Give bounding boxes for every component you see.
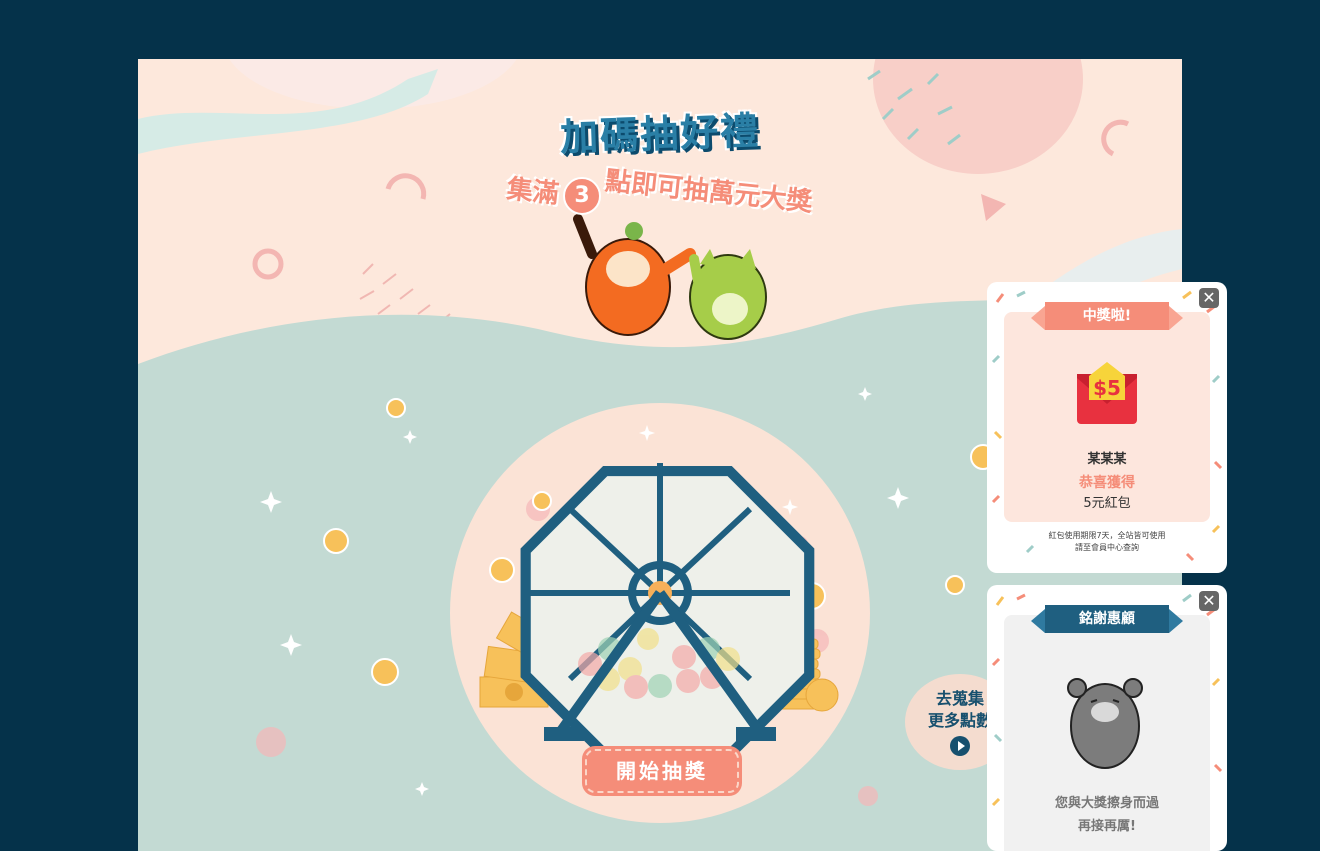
lose-ribbon: 銘謝惠顧 — [1031, 605, 1183, 633]
green-cat-mascot — [689, 249, 767, 340]
win-ribbon: 中獎啦! — [1031, 302, 1183, 330]
lose-message-line2: 再接再厲! — [1078, 819, 1136, 834]
subtitle-before: 集滿 — [505, 174, 561, 210]
lose-message-line1: 您與大獎擦身而過 — [1054, 796, 1159, 811]
sad-bear-icon — [1067, 678, 1143, 769]
note-line2: 請至會員中心查詢 — [1075, 543, 1139, 552]
lose-modal: 銘謝惠顧 ✕ 您與大獎擦身而過 再接再厲! — [987, 585, 1227, 851]
winner-name: 某某某 — [1087, 452, 1127, 467]
close-icon[interactable]: ✕ — [1199, 591, 1219, 611]
orange-bear-mascot — [573, 214, 696, 336]
start-draw-button[interactable]: 開始抽獎 — [585, 749, 739, 793]
campaign-title: 加碼抽好禮 — [138, 103, 1182, 160]
points-badge: 3 — [563, 176, 601, 215]
title-text: 加碼抽好禮 — [559, 108, 761, 160]
envelope-amount: $5 — [1093, 376, 1121, 400]
close-icon[interactable]: ✕ — [1199, 288, 1219, 308]
ring-shape — [252, 248, 284, 280]
note-line1: 紅包使用期限7天，全站皆可使用 — [1048, 531, 1166, 540]
campaign-subtitle: 集滿 3 點即可抽萬元大獎 — [138, 166, 1182, 218]
win-modal: 中獎啦! ✕ $5 某某某 恭喜獲得 5元紅包 紅包使用期限7天，全站皆可使用 … — [987, 282, 1227, 573]
congrats-text: 恭喜獲得 — [1079, 475, 1135, 491]
lottery-wheel-icon — [520, 463, 815, 760]
play-icon — [950, 736, 970, 756]
prize-text: 5元紅包 — [1083, 496, 1131, 511]
